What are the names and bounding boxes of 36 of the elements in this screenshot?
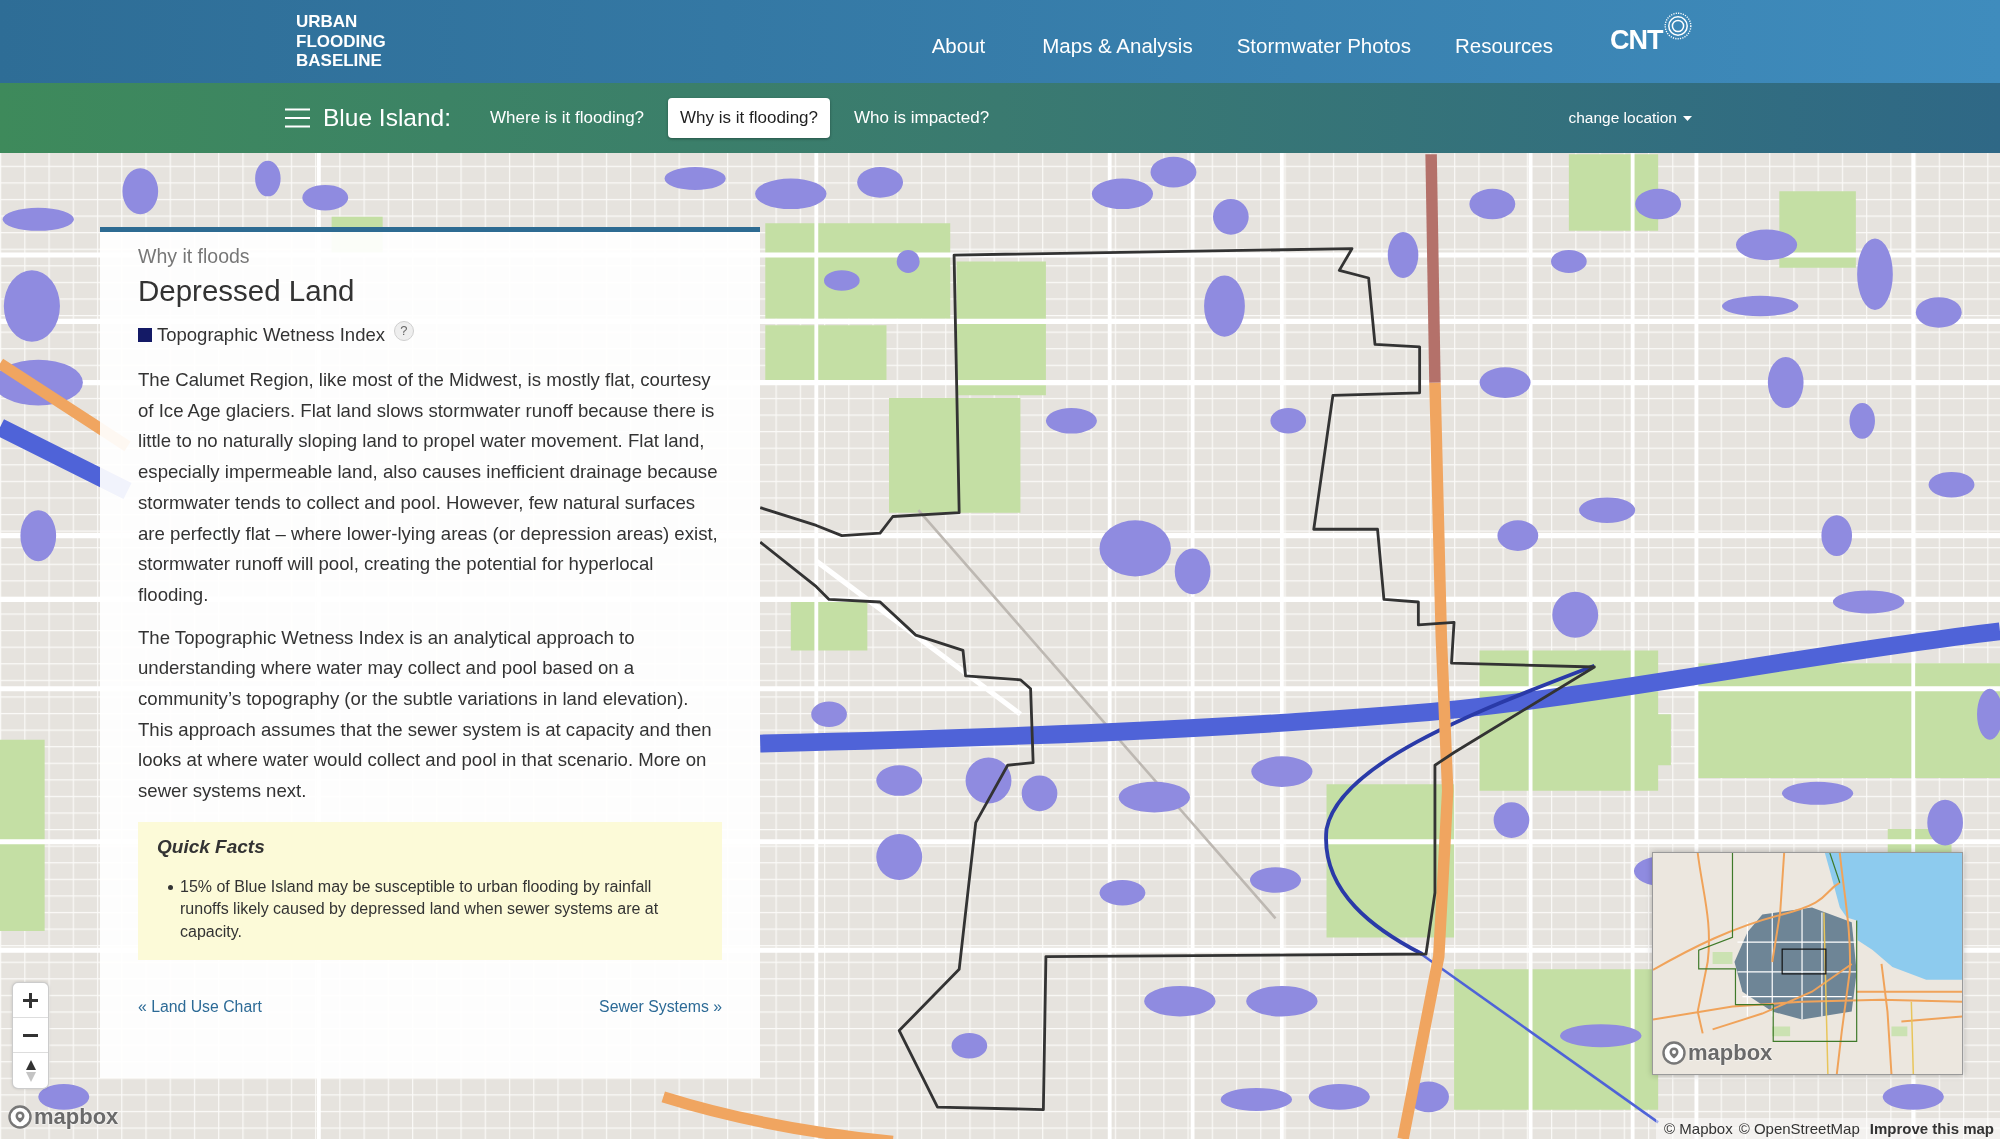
nav-link[interactable]: Maps & Analysis (1042, 33, 1193, 58)
logo-wordmark: mapbox (34, 1105, 119, 1129)
plus-icon (23, 992, 38, 1008)
section-title: Depressed Land (138, 273, 355, 309)
compass-icon (25, 1059, 36, 1082)
legend-label: Topographic Wetness Index (157, 323, 385, 347)
logo-mark-icon (1662, 1041, 1686, 1065)
body-paragraph: The Calumet Region, like most of the Midwest, is mostly flat, courtesy of Ice Age glaciers. Flat land slows stormwater runoff because there is little to no naturally sloping land to propel water movement. Flat land, especially impermeable land, also causes inefficient drainage because stormwater tends to collect and pool. However, few natural surfaces are perfectly flat – where lower-lying areas (or depression areas) exist, stormwater runoff will pool, creating the potential for hyperlocal flooding. (138, 368, 719, 607)
next-link[interactable]: Sewer Systems » (599, 995, 722, 1020)
menu-icon (285, 108, 310, 128)
minus-icon (23, 1033, 38, 1037)
menu-button[interactable] (285, 108, 310, 128)
change-location-button[interactable]: change location (1568, 106, 1692, 130)
partner-logo-link[interactable]: CNT (1610, 12, 1692, 56)
bullet-icon (168, 884, 173, 890)
nav-tab[interactable]: Who is impacted? (842, 98, 1002, 138)
nav-link[interactable]: Resources (1455, 33, 1553, 58)
previous-link[interactable]: « Land Use Chart (138, 995, 262, 1020)
quick-facts-title: Quick Facts (157, 834, 265, 859)
rings-icon (1664, 12, 1692, 40)
logo-wordmark: mapbox (1688, 1041, 1773, 1065)
nav-tab[interactable]: Why is it flooding? (668, 98, 830, 138)
section-eyebrow: Why it floods (138, 244, 250, 268)
attribution-link[interactable]: © Mapbox (1664, 1119, 1733, 1138)
logo-mark-icon (8, 1105, 32, 1129)
attribution-link[interactable]: © OpenStreetMap (1738, 1119, 1860, 1138)
help-button[interactable]: ? (393, 321, 414, 341)
nav-link[interactable]: About (931, 33, 986, 58)
improve-map-link[interactable]: Improve this map (1869, 1119, 1994, 1138)
nav-link[interactable]: Stormwater Photos (1236, 33, 1411, 58)
site-logo-link[interactable]: URBAN FLOODING BASELINE (296, 12, 386, 71)
location-name: Blue Island: (323, 103, 452, 133)
fact-text: 15% of Blue Island may be susceptible to urban flooding by rainfall runoffs likely caused by depressed land when sewer systems are at capacity. (180, 876, 660, 942)
body-paragraph: The Topographic Wetness Index is an analytical approach to understanding where water may collect and pool based on a community’s topography (or the subtle variations in land elevation). This approach assumes that the sewer system is at capacity and then looks at where water would collect and pool in that scenario. More on sewer systems next. (138, 625, 713, 804)
caret-icon (1683, 115, 1692, 121)
nav-tab[interactable]: Where is it flooding? (478, 98, 657, 138)
